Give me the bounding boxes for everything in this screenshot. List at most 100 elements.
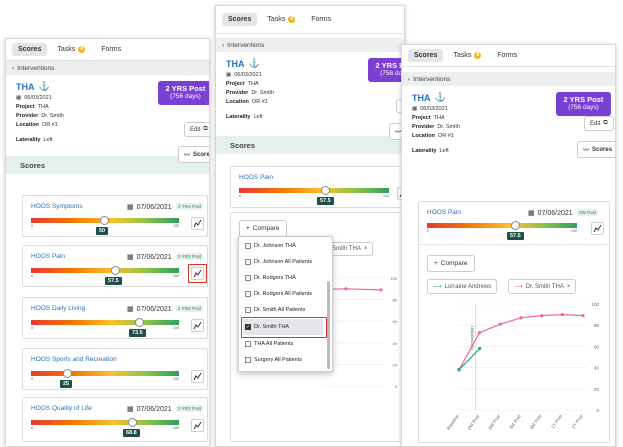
score-name[interactable]: HOOS Quality of Life (31, 405, 92, 412)
compare-option-label: Dr. Johnson All Patients (254, 259, 313, 265)
checkbox[interactable] (245, 341, 251, 347)
chip-lorraine-andrews[interactable]: ⟶ Lorraine Andrews (427, 279, 498, 294)
y-tick-label: 20 (393, 362, 398, 367)
score-card[interactable]: HOOS Symptoms ▦ 07/06/2021 2 YRS Post 0 1… (22, 195, 208, 237)
checkbox[interactable] (245, 243, 251, 249)
scale-min: 0 (427, 229, 429, 233)
score-name[interactable]: HOOS Pain (31, 253, 65, 260)
tab-bar: Scores Tasks 8 Forms (402, 45, 615, 67)
data-point (581, 314, 585, 318)
compare-option[interactable]: Dr. Rodgers THA (245, 275, 296, 281)
checkbox[interactable] (245, 291, 251, 297)
provider-row: Provider Dr. Smith (412, 124, 605, 130)
dropdown-scrollbar[interactable] (327, 281, 330, 369)
y-tick-label: 40 (393, 341, 398, 346)
score-card[interactable]: HOOS Quality of Life ▦ 07/06/2021 2 YRS P… (22, 397, 208, 442)
scale-max: 100 (383, 194, 389, 198)
compare-option[interactable]: Dr. Rodgers All Patients (245, 291, 312, 297)
laterality-row: Laterality Left (226, 114, 394, 120)
chart-toggle-icon[interactable] (191, 419, 204, 432)
tab-tasks-label: Tasks (57, 46, 76, 53)
interventions-header[interactable]: ‹ Interventions (216, 38, 404, 52)
score-card[interactable]: HOOS Pain 0 100 57.5 (230, 166, 404, 208)
chevron-left-icon: ‹ (408, 75, 411, 83)
score-card[interactable]: HOOS Daily Living ▦ 07/06/2021 2 YRS Post… (22, 297, 208, 339)
data-point (519, 316, 523, 320)
project-label: Project (412, 115, 431, 121)
location-row: Location OR #1 (226, 99, 394, 105)
checkbox[interactable] (245, 357, 251, 363)
scale-min: 0 (31, 224, 33, 228)
edit-button[interactable]: Edit ⧉ (584, 116, 614, 131)
score-gradient-bar (31, 420, 179, 425)
score-name[interactable]: HOOS Daily Living (31, 305, 85, 312)
score-name[interactable]: HOOS Sports and Recreation (31, 356, 117, 363)
scores-button[interactable]: 〰Scores (178, 146, 209, 163)
score-marker (63, 369, 72, 378)
post-op-days: (756 days) (170, 93, 201, 101)
compare-option[interactable]: Surgery All Patients (245, 357, 302, 363)
post-op-label: 2 YRS Post (165, 84, 206, 93)
close-icon[interactable]: × (567, 284, 571, 290)
tab-tasks-label: Tasks (267, 16, 286, 23)
tab-bar: Scores Tasks 8 Forms (216, 6, 404, 34)
tab-tasks[interactable]: Tasks 8 (447, 49, 487, 62)
score-card[interactable]: HOOS Pain ▦ 07/06/2021 2 YRS Post 0 100 5… (22, 245, 208, 287)
tab-tasks[interactable]: Tasks 8 (51, 43, 91, 56)
score-card[interactable]: HOOS Sports and Recreation 0 100 25 (22, 348, 208, 390)
checkbox[interactable] (245, 275, 251, 281)
y-tick-label: 20 (594, 387, 600, 392)
score-post-badge: 2 YRS Post (176, 203, 204, 210)
score-name[interactable]: HOOS Symptoms (31, 203, 83, 210)
chip-smith-tha[interactable]: ⟶ Dr. Smith THA × (508, 279, 577, 294)
compare-option[interactable]: Dr. Johnson THA (245, 243, 296, 249)
calendar-icon: ▦ (127, 204, 134, 211)
location-value: OR #1 (41, 122, 58, 128)
compare-button[interactable]: + Compare (427, 255, 475, 272)
score-post-badge: 2 YRS Post (176, 405, 204, 412)
tab-scores[interactable]: Scores (222, 13, 258, 26)
compare-option[interactable]: THA All Patients (245, 341, 293, 347)
interventions-header[interactable]: ‹ Interventions (6, 61, 209, 75)
pink-line-icon: ⟶ (514, 284, 523, 290)
chip-smith-tha[interactable]: Smith THA × (326, 242, 374, 256)
compare-option[interactable]: Dr. Johnson All Patients (245, 259, 312, 265)
provider-value: Dr. Smith (41, 113, 64, 119)
project-row: Project THA (226, 81, 394, 87)
checkbox[interactable] (245, 259, 251, 265)
edit-button[interactable]: Edit ⧉ (184, 122, 209, 137)
compare-button[interactable]: + Compare (239, 220, 287, 237)
tab-scores[interactable]: Scores (408, 49, 444, 62)
chart-toggle-icon[interactable] (191, 319, 204, 332)
x-tick-label: 1Y Post (550, 413, 564, 429)
chart-toggle-icon[interactable] (191, 217, 204, 230)
procedure-name: THA (412, 92, 431, 103)
y-tick-label: 60 (393, 319, 398, 324)
score-name[interactable]: HOOS Pain (239, 174, 273, 181)
chart-toggle-icon[interactable] (591, 222, 604, 235)
provider-value: Dr. Smith (437, 124, 460, 130)
interventions-header[interactable]: ‹ Interventions (402, 72, 615, 86)
edit-icon: ⧉ (203, 126, 208, 132)
score-date: ▦ 07/06/2021 (127, 305, 172, 314)
tab-tasks[interactable]: Tasks 8 (261, 13, 301, 26)
score-date: ▦ 07/06/2021 (127, 253, 172, 262)
location-value: OR #1 (437, 133, 454, 139)
close-icon[interactable]: × (364, 246, 368, 252)
chart-toggle-icon[interactable] (191, 370, 204, 383)
tab-forms[interactable]: Forms (305, 13, 337, 26)
data-point (457, 368, 461, 372)
tab-forms[interactable]: Forms (491, 49, 523, 62)
checkbox[interactable] (245, 307, 251, 313)
score-name[interactable]: HOOS Pain (427, 209, 461, 216)
x-tick-label: 2Y Post (571, 413, 585, 429)
scores-heading: Scores (216, 136, 404, 154)
tab-forms[interactable]: Forms (95, 43, 127, 56)
provider-row: Provider Dr. Smith (226, 90, 394, 96)
anchor-icon: ⚓ (38, 81, 50, 91)
scores-button-label: Scores (592, 146, 613, 153)
tab-scores[interactable]: Scores (12, 43, 48, 56)
scores-button[interactable]: 〰Scores (577, 141, 615, 158)
compare-option[interactable]: Dr. Smith All Patients (245, 307, 305, 313)
y-tick-label: 0 (596, 408, 599, 413)
